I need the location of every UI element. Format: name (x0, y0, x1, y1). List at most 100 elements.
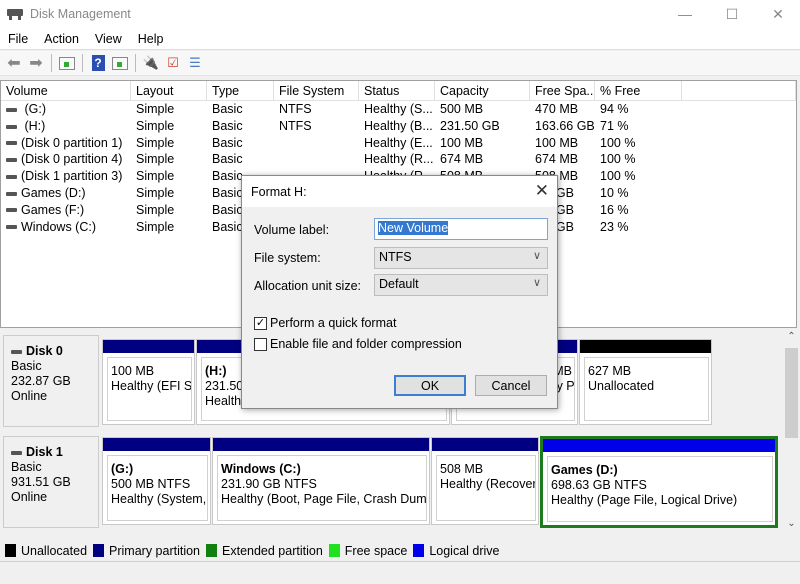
properties-list-icon[interactable]: ☰ (186, 55, 204, 71)
disk-0-info[interactable]: Disk 0 Basic 232.87 GB Online (3, 335, 99, 427)
partition-status: Healthy (Page File, Logical Drive) (551, 493, 738, 507)
disk-1-partition-d-selected[interactable]: Games (D:) 698.63 GB NTFS Healthy (Page Fi… (540, 436, 778, 528)
disk-0-size: 232.87 GB (11, 374, 71, 388)
cell-free: 674 MB (535, 152, 579, 167)
column-volume[interactable]: Volume (1, 81, 131, 100)
partition-status: Healthy (Boot, Page File, Crash Dump, (221, 492, 427, 506)
help-icon[interactable]: ? (89, 55, 107, 71)
volume-label-input[interactable]: New Volume (374, 218, 548, 240)
volume-name: (G:) (21, 102, 46, 116)
check-icon[interactable]: ☑ (164, 55, 182, 71)
maximize-button[interactable]: ☐ (709, 0, 755, 28)
scrollbar-thumb[interactable] (785, 348, 798, 438)
table-row[interactable]: (Disk 0 partition 4) Simple Basic Healthy (… (1, 151, 796, 168)
cell-free: 163.66 GB (535, 118, 595, 133)
disk-1-size: 931.51 GB (11, 475, 71, 489)
menu-action[interactable]: Action (36, 32, 87, 46)
show-action-pane-icon[interactable] (111, 55, 129, 71)
legend: Unallocated Primary partition Extended p… (0, 540, 800, 562)
toolbar-separator (135, 54, 136, 72)
disk-1-partition-c[interactable]: Windows (C:) 231.90 GB NTFS Healthy (Boot,… (212, 437, 430, 525)
cell-layout: Simple (136, 102, 175, 116)
cell-capacity: 100 MB (440, 135, 484, 150)
partition-size: 100 MB (111, 364, 155, 378)
cell-layout: Simple (136, 135, 175, 150)
column-capacity[interactable]: Capacity (435, 81, 530, 100)
table-row[interactable]: (H:) Simple Basic NTFS Healthy (B... 231.50 G… (1, 118, 796, 135)
title-bar: Disk Management — ☐ ✕ (0, 0, 800, 28)
disk-1-row: Disk 1 Basic 931.51 GB Online (G:) 500 MB… (0, 432, 783, 528)
cell-volume: Games (F:) (1, 202, 131, 219)
cell-volume: Games (D:) (1, 185, 131, 202)
connect-icon[interactable]: 🔌 (142, 55, 160, 71)
compression-checkbox[interactable]: Enable file and folder compression (254, 337, 462, 351)
disk-1-partition-3[interactable]: 508 MB Healthy (Recovery (431, 437, 539, 525)
cell-pct: 16 % (600, 202, 629, 217)
legend-label-logical: Logical drive (429, 543, 500, 558)
partition-name: (G:) (111, 462, 134, 476)
show-hide-console-tree-icon[interactable] (58, 55, 76, 71)
cell-layout: Simple (136, 185, 175, 200)
close-button[interactable]: ✕ (755, 0, 800, 28)
volume-name: Windows (C:) (21, 219, 97, 234)
partition-status: Healthy (Recovery (440, 477, 536, 491)
menu-view[interactable]: View (87, 32, 130, 46)
back-icon[interactable]: ⬅ (5, 55, 23, 72)
column-free-space[interactable]: Free Spa... (530, 81, 595, 100)
partition-name: Windows (C:) (221, 462, 301, 476)
volume-name: Games (F:) (21, 202, 85, 217)
volume-name: (Disk 0 partition 1) (21, 135, 123, 150)
table-row[interactable]: (G:) Simple Basic NTFS Healthy (S... 500 MB 47… (1, 101, 796, 118)
table-row[interactable]: (Disk 0 partition 1) Simple Basic Healthy (… (1, 135, 796, 152)
dialog-title: Format H: (251, 184, 307, 199)
partition-bar (103, 438, 210, 451)
disk-0-unallocated[interactable]: 627 MB Unallocated (579, 339, 712, 425)
scroll-up-icon[interactable]: ⌃ (783, 331, 800, 348)
disk-management-icon (7, 7, 23, 21)
quick-format-checkbox[interactable]: ✓ Perform a quick format (254, 316, 396, 330)
cell-fs (274, 151, 359, 168)
scroll-down-icon[interactable]: ⌄ (783, 518, 800, 535)
menu-file[interactable]: File (0, 32, 36, 46)
disk-map-scrollbar[interactable]: ⌃ ⌄ (783, 331, 800, 535)
volume-icon (6, 174, 17, 179)
cancel-button[interactable]: Cancel (475, 375, 547, 396)
column-file-system[interactable]: File System (274, 81, 359, 100)
volume-name: (H:) (21, 118, 46, 133)
minimize-button[interactable]: — (662, 0, 708, 28)
file-system-value: NTFS (379, 250, 412, 264)
partition-status: Healthy (System, A (111, 492, 208, 506)
partition-status: Unallocated (588, 379, 655, 393)
column-type[interactable]: Type (207, 81, 274, 100)
disk-icon (11, 450, 22, 455)
cell-status: Healthy (S... (364, 102, 433, 116)
partition-bar (213, 438, 429, 451)
cell-capacity: 674 MB (440, 152, 484, 167)
dialog-close-icon[interactable]: ✕ (535, 181, 549, 201)
cell-pct: 23 % (600, 219, 629, 234)
column-percent-free[interactable]: % Free (595, 81, 682, 100)
disk-0-partition-1[interactable]: 100 MB Healthy (EFI Sy (102, 339, 195, 425)
column-layout[interactable]: Layout (131, 81, 207, 100)
partition-bar (543, 439, 775, 452)
cell-fs: NTFS (279, 118, 312, 133)
legend-swatch-primary (93, 544, 105, 557)
chevron-down-icon: ∨ (532, 250, 541, 262)
menu-help[interactable]: Help (130, 32, 172, 46)
column-filler (682, 81, 796, 100)
allocation-unit-size-label: Allocation unit size: (254, 279, 362, 293)
partition-size: 627 MB (588, 364, 632, 378)
cell-status: Healthy (B... (364, 118, 433, 133)
format-dialog: Format H: ✕ Volume label: New Volume Fil… (241, 175, 558, 409)
allocation-unit-size-select[interactable]: Default ∨ (374, 274, 548, 296)
disk-1-info[interactable]: Disk 1 Basic 931.51 GB Online (3, 436, 99, 528)
ok-button[interactable]: OK (394, 375, 466, 396)
partition-size: 698.63 GB NTFS (551, 478, 647, 492)
toolbar: ⬅ ➡ ? 🔌 ☑ ☰ (0, 51, 800, 76)
disk-1-name: Disk 1 (26, 445, 63, 459)
legend-label-extended: Extended partition (222, 543, 323, 558)
forward-icon[interactable]: ➡ (27, 55, 45, 72)
column-status[interactable]: Status (359, 81, 435, 100)
disk-1-partition-g[interactable]: (G:) 500 MB NTFS Healthy (System, A (102, 437, 211, 525)
file-system-select[interactable]: NTFS ∨ (374, 247, 548, 269)
